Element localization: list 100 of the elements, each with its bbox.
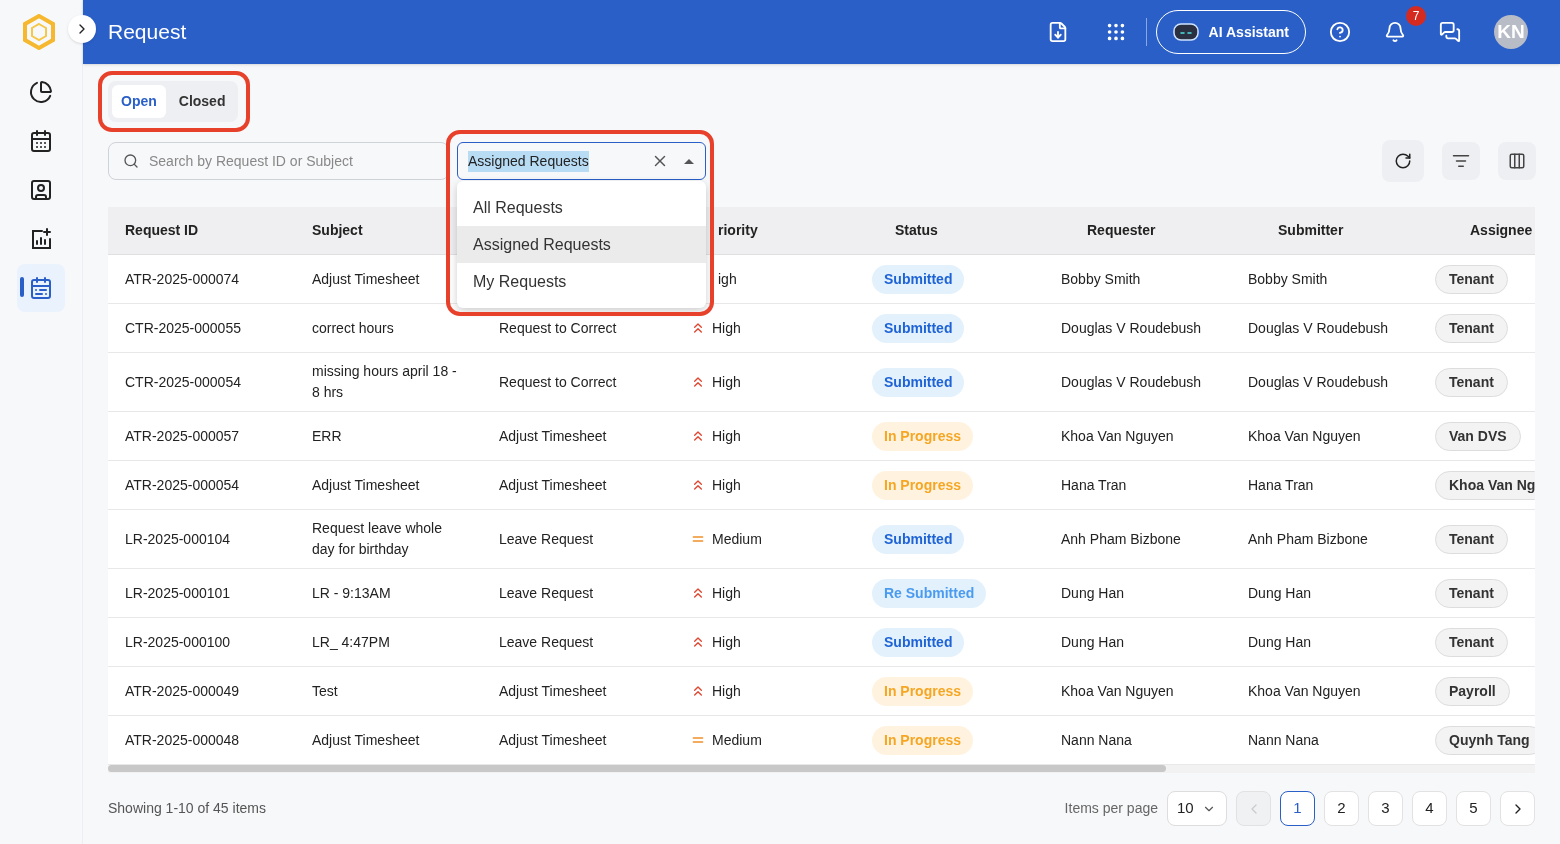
status-badge: Submitted	[872, 313, 965, 343]
page-button[interactable]: 3	[1368, 791, 1403, 826]
table-cell-text: Douglas V Roudebush	[1061, 318, 1202, 338]
filter-select[interactable]: Assigned Requests	[457, 142, 706, 180]
calendar-icon	[29, 129, 53, 153]
search-field[interactable]: Search by Request ID or Subject	[108, 142, 449, 180]
table-cell-text: Dung Han	[1248, 632, 1312, 652]
table-cell-text: Request leave whole day for birthday	[312, 519, 443, 559]
refresh-button[interactable]	[1382, 140, 1424, 182]
assignee-chip: Van DVS	[1435, 421, 1521, 451]
table-cell-text: Douglas V Roudebush	[1061, 372, 1202, 392]
column-header: Status	[895, 221, 938, 240]
page-button[interactable]: 5	[1456, 791, 1491, 826]
column-header: Subject	[312, 221, 363, 240]
table-cell-text: Nann Nana	[1061, 730, 1132, 750]
table-cell-text: Leave Request	[499, 583, 594, 603]
priority-text: Medium	[712, 529, 762, 549]
calendar-list-icon	[29, 276, 53, 300]
table-cell-text: missing hours april 18 - 8 hrs	[312, 362, 458, 402]
table-cell-text: Adjust Timesheet	[312, 269, 420, 289]
table-cell-text: LR - 9:13AM	[312, 583, 391, 603]
table-cell-text: Leave Request	[499, 632, 594, 652]
caret-up-icon	[683, 157, 695, 165]
table-cell-text: Adjust Timesheet	[499, 475, 607, 495]
page-button[interactable]: 2	[1324, 791, 1359, 826]
table-cell-text: ATR-2025-000048	[125, 730, 240, 750]
priority-text: High	[712, 372, 741, 392]
table-cell-text: CTR-2025-000054	[125, 372, 241, 392]
table-cell-text: Khoa Van Nguyen	[1248, 426, 1361, 446]
notification-button[interactable]	[1384, 20, 1406, 44]
table-cell-text: Dung Han	[1248, 583, 1312, 603]
filter-button[interactable]	[1442, 142, 1480, 180]
status-badge: In Progress	[872, 470, 974, 500]
table-cell-text: Khoa Van Nguyen	[1061, 681, 1174, 701]
assignee-chip: Tenant	[1435, 524, 1508, 554]
status-badge: In Progress	[872, 676, 974, 706]
page-button[interactable]: 4	[1412, 791, 1447, 826]
table-cell-text: Test	[312, 681, 338, 701]
status-badge: Submitted	[872, 264, 965, 294]
selected-value: Assigned Requests	[468, 150, 589, 172]
priority-text: High	[712, 632, 741, 652]
profile-icon	[29, 178, 53, 202]
table-cell-text: Adjust Timesheet	[499, 681, 607, 701]
table-cell-text: LR-2025-000101	[125, 583, 231, 603]
priority-text: High	[712, 426, 741, 446]
column-header: Request ID	[125, 221, 199, 240]
table-cell-text: Bobby Smith	[1061, 269, 1141, 289]
table-cell-text: Nann Nana	[1248, 730, 1319, 750]
pagination-summary: Showing 1-10 of 45 items	[108, 799, 266, 818]
table-cell-text: Bobby Smith	[1248, 269, 1328, 289]
dropdown-option[interactable]: My Requests	[457, 263, 706, 300]
table-cell-text: Adjust Timesheet	[499, 426, 607, 446]
active-indicator	[20, 277, 24, 297]
status-badge: Re Submitted	[872, 578, 987, 608]
refresh-icon	[1394, 152, 1412, 170]
table-cell-text: Request to Correct	[499, 318, 617, 338]
table-cell-text: Dung Han	[1061, 632, 1125, 652]
table-cell-text: LR-2025-000100	[125, 632, 231, 652]
status-badge: In Progress	[872, 725, 974, 755]
assignee-chip: Tenant	[1435, 264, 1508, 294]
table-cell-text: LR-2025-000104	[125, 529, 231, 549]
table-cell-text: Adjust Timesheet	[312, 730, 420, 750]
tab[interactable]: Open	[112, 85, 166, 118]
table-cell-text: ATR-2025-000074	[125, 269, 240, 289]
dropdown-option[interactable]: Assigned Requests	[457, 226, 706, 263]
table-cell-text: LR_ 4:47PM	[312, 632, 390, 652]
table-cell-text: Request to Correct	[499, 372, 617, 392]
assignee-chip: Tenant	[1435, 367, 1508, 397]
priority-text: High	[712, 681, 741, 701]
table-cell-text: Khoa Van Nguyen	[1061, 426, 1174, 446]
table-cell-text: Adjust Timesheet	[312, 475, 420, 495]
page-title: Request	[108, 19, 187, 46]
dropdown-option[interactable]: All Requests	[457, 189, 706, 226]
priority-text: Medium	[712, 730, 762, 750]
page-size-select[interactable]: 10	[1167, 791, 1227, 826]
column-header: Submitter	[1278, 221, 1344, 240]
robot-icon	[1172, 22, 1199, 42]
table-cell-text: Hana Tran	[1061, 475, 1127, 495]
assignee-chip: Quynh Tang	[1435, 725, 1535, 755]
table-cell-text: Leave Request	[499, 529, 594, 549]
priority-text: High	[712, 318, 741, 338]
table-cell-text: Khoa Van Nguyen	[1248, 681, 1361, 701]
table-cell-text: Douglas V Roudebush	[1248, 318, 1389, 338]
priority-text: High	[712, 475, 741, 495]
page-button[interactable]: 1	[1280, 791, 1315, 826]
logo-icon	[22, 14, 56, 50]
tab[interactable]: Closed	[169, 85, 235, 118]
scrollbar-thumb[interactable]	[108, 765, 1166, 772]
column-header: riority	[718, 221, 758, 240]
columns-button[interactable]	[1498, 142, 1536, 180]
table-cell-text: Anh Pham Bizbone	[1061, 529, 1181, 549]
assignee-chip: Tenant	[1435, 627, 1508, 657]
chart-plus-icon	[29, 227, 53, 251]
filter-icon	[1452, 152, 1470, 170]
items-per-page-label: Items per page	[1064, 799, 1158, 818]
search-icon	[123, 153, 139, 169]
table-cell-text: Adjust Timesheet	[499, 730, 607, 750]
table-cell-text: Anh Pham Bizbone	[1248, 529, 1368, 549]
status-badge: Submitted	[872, 367, 965, 397]
status-badge: In Progress	[872, 421, 974, 451]
